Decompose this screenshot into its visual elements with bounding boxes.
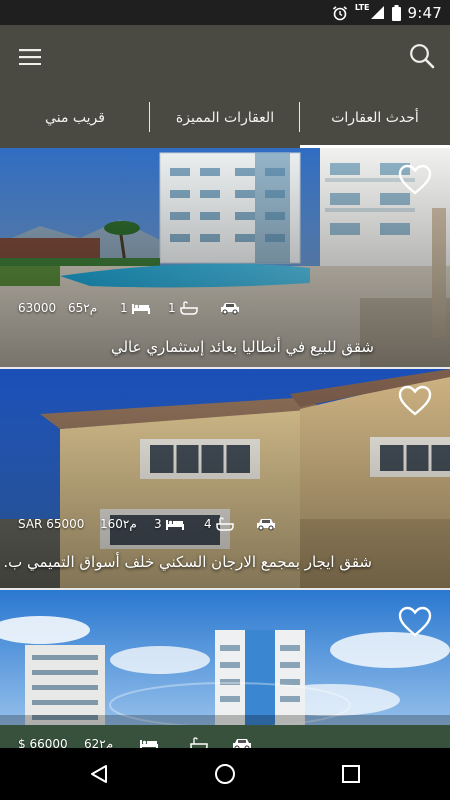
bathtub-icon xyxy=(215,517,234,531)
listing-bathrooms: 1 xyxy=(168,296,198,320)
listing-photo xyxy=(0,148,450,367)
listing-card[interactable]: 63000 65م٢ 1 1 شقق للبيع في أنطاليا بعائ… xyxy=(0,148,450,367)
bathroom-count: 1 xyxy=(168,301,176,315)
recents-icon xyxy=(342,765,360,783)
battery-icon xyxy=(391,4,401,21)
listing-price: $ 66000 xyxy=(18,737,68,748)
bathtub-icon xyxy=(179,301,198,315)
tab-nearby[interactable]: قريب مني xyxy=(0,88,150,148)
tab-label: أحدث العقارات xyxy=(331,110,419,126)
bathroom-count: 4 xyxy=(204,517,212,531)
tab-label: قريب مني xyxy=(45,110,105,126)
car-icon xyxy=(221,303,239,315)
tab-featured[interactable]: العقارات المميزة xyxy=(149,88,300,148)
listing-price: SAR 65000 xyxy=(18,517,85,531)
listing-stats: $ 66000 62م٢ xyxy=(0,732,450,748)
status-time: 9:47 xyxy=(407,3,442,22)
search-button[interactable] xyxy=(404,38,440,74)
listing-stats: 63000 65م٢ 1 1 xyxy=(0,296,450,320)
network-type: LTE xyxy=(354,3,370,12)
back-icon xyxy=(91,765,107,783)
alarm-icon xyxy=(332,5,348,21)
status-bar: LTE 9:47 xyxy=(0,0,450,25)
menu-button[interactable] xyxy=(12,40,48,74)
listing-price: 63000 xyxy=(18,301,57,315)
bed-icon xyxy=(140,740,158,748)
back-button[interactable] xyxy=(82,758,116,790)
bedroom-count: 1 xyxy=(120,301,128,315)
favorite-heart-icon[interactable] xyxy=(398,164,432,196)
listing-card[interactable]: SAR 65000 160م٢ 3 4 شقق ايجار بمجمع الار… xyxy=(0,369,450,588)
bed-icon xyxy=(131,304,150,314)
favorite-heart-icon[interactable] xyxy=(398,606,432,638)
signal-icon xyxy=(370,5,385,20)
listing-parking xyxy=(220,296,240,320)
home-icon xyxy=(215,764,235,784)
search-icon xyxy=(410,44,435,69)
app-bar xyxy=(0,25,450,88)
bedroom-count: 3 xyxy=(154,517,162,531)
recents-button[interactable] xyxy=(334,758,368,790)
listing-bedrooms: 3 xyxy=(154,512,184,536)
tab-label: العقارات المميزة xyxy=(175,110,275,126)
home-button[interactable] xyxy=(208,758,242,790)
listing-bathrooms xyxy=(190,732,208,748)
favorite-heart-icon[interactable] xyxy=(398,385,432,417)
tab-latest[interactable]: أحدث العقارات xyxy=(299,88,450,148)
bed-icon xyxy=(165,520,184,530)
car-icon xyxy=(233,739,251,748)
tab-bar: أحدث العقارات العقارات المميزة قريب مني xyxy=(0,88,450,148)
system-nav-bar xyxy=(0,748,450,800)
listing-parking xyxy=(256,512,276,536)
listing-bedrooms xyxy=(140,732,158,748)
listing-bedrooms: 1 xyxy=(120,296,150,320)
listing-card[interactable]: $ 66000 62م٢ xyxy=(0,590,450,748)
listing-stats: SAR 65000 160م٢ 3 4 xyxy=(0,512,450,536)
listing-photo xyxy=(0,590,450,748)
menu-icon xyxy=(19,49,41,65)
listing-area: 160م٢ xyxy=(100,517,137,531)
listing-bathrooms: 4 xyxy=(204,512,234,536)
listing-parking xyxy=(232,732,252,748)
bathtub-icon xyxy=(190,737,208,748)
listing-list[interactable]: 63000 65م٢ 1 1 شقق للبيع في أنطاليا بعائ… xyxy=(0,148,450,748)
listing-area: 65م٢ xyxy=(68,301,98,315)
listing-title: شقق ايجار بمجمع الارجان السكني خلف أسواق… xyxy=(3,553,372,571)
listing-area: 62م٢ xyxy=(84,737,114,748)
car-icon xyxy=(257,519,275,531)
listing-title: شقق للبيع في أنطاليا بعائد إستثماري عالي xyxy=(110,338,374,356)
